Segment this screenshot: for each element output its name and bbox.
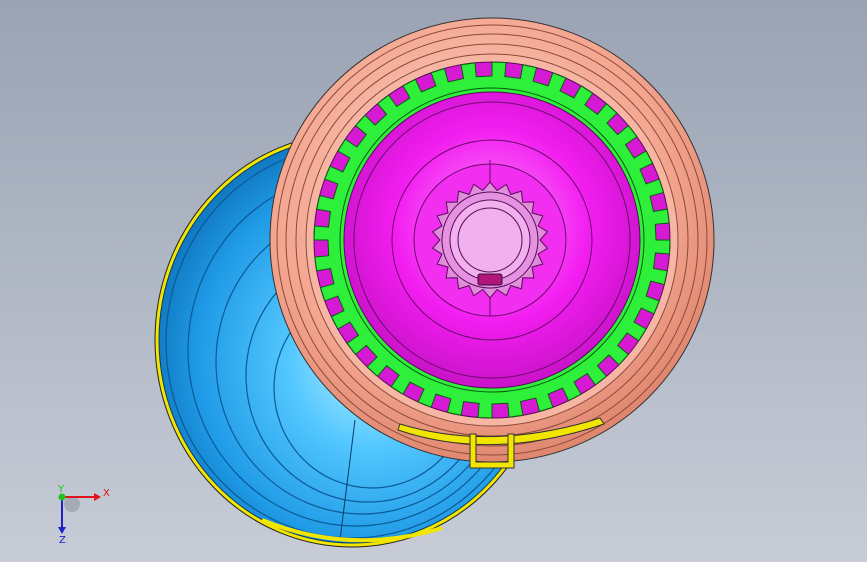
cad-3d-viewport[interactable]: X Z Y: [0, 0, 867, 562]
keyway: [477, 273, 503, 286]
y-axis-label: Y: [57, 484, 65, 495]
x-axis-label: X: [103, 488, 110, 499]
bore: [449, 199, 531, 281]
z-axis-label: Z: [59, 535, 66, 546]
triad-origin: [64, 496, 80, 512]
model-scene[interactable]: X Z Y: [0, 0, 867, 562]
